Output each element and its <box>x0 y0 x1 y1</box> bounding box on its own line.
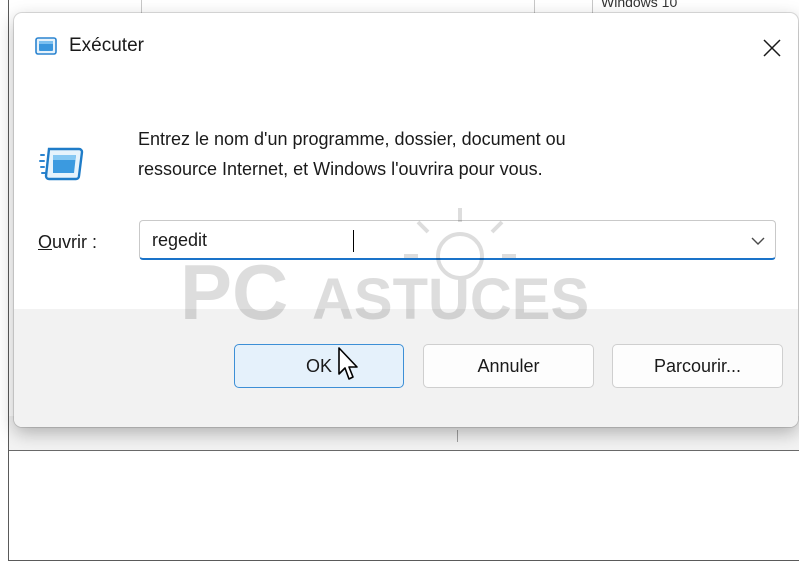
background-top-text: Windows 10 <box>601 0 678 10</box>
browse-button[interactable]: Parcourir... <box>612 344 783 388</box>
close-button[interactable] <box>746 23 798 73</box>
instruction-text: Entrez le nom d'un programme, dossier, d… <box>138 124 758 184</box>
button-bar: OK Annuler Parcourir... <box>14 309 798 427</box>
run-program-icon <box>39 147 84 181</box>
ok-button[interactable]: OK <box>234 344 404 388</box>
open-label-text: uvrir : <box>52 232 98 252</box>
dialog-title: Exécuter <box>69 35 144 56</box>
text-caret <box>353 230 354 252</box>
instruction-line-1: Entrez le nom d'un programme, dossier, d… <box>138 129 566 149</box>
open-label-access-key: O <box>38 232 53 252</box>
background-strip-divider <box>457 430 458 442</box>
run-icon <box>35 37 57 55</box>
close-icon <box>763 39 781 57</box>
run-dialog: Exécuter Entrez le nom d'un programme, d… <box>14 13 798 427</box>
open-label: Ouvrir : <box>38 232 97 253</box>
cancel-button[interactable]: Annuler <box>423 344 594 388</box>
instruction-line-2: ressource Internet, et Windows l'ouvrira… <box>138 159 543 179</box>
title-bar[interactable]: Exécuter <box>14 13 798 83</box>
chevron-down-icon[interactable] <box>749 232 767 250</box>
open-combobox[interactable] <box>139 220 776 260</box>
dialog-content: Entrez le nom d'un programme, dossier, d… <box>14 83 798 309</box>
open-input[interactable] <box>152 227 732 253</box>
